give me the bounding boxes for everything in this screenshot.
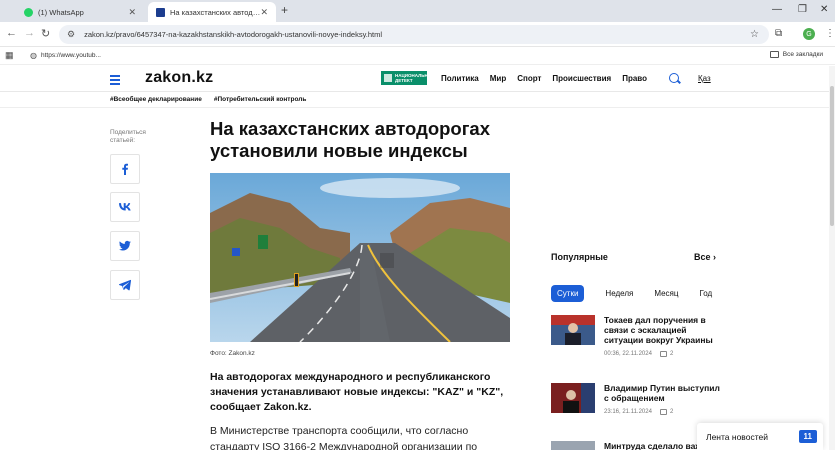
- photo-caption: Фото: Zakon.kz: [210, 350, 255, 357]
- divider: [0, 107, 835, 108]
- browser-toolbar: ← → ↻ ⚙ zakon.kz/pravo/6457347-na-kazakh…: [0, 22, 835, 47]
- telegram-icon: [119, 279, 131, 291]
- profile-initial: G: [806, 30, 812, 38]
- news-thumbnail: [551, 315, 595, 345]
- tab-whatsapp[interactable]: (1) WhatsApp ✕: [16, 2, 144, 22]
- twitter-icon: [119, 240, 131, 251]
- article-body: В Министерстве транспорта сообщили, что …: [210, 425, 478, 450]
- nav-item-sport[interactable]: Спорт: [517, 74, 541, 83]
- tab-zakon[interactable]: На казахстанских автодорогах ✕: [148, 2, 276, 22]
- article-lead: На автодорогах международного и республи…: [210, 371, 504, 413]
- bookmark-label: https://www.youtub...: [40, 52, 101, 59]
- address-bar[interactable]: ⚙ zakon.kz/pravo/6457347-na-kazakhstansk…: [59, 25, 769, 44]
- share-facebook-button[interactable]: [110, 154, 140, 184]
- close-icon[interactable]: ✕: [260, 7, 268, 18]
- news-thumbnail: [551, 441, 595, 450]
- folder-icon: [769, 51, 779, 58]
- news-title: Токаев дал поручения в связи с эскалацие…: [604, 315, 713, 345]
- tab-label: (1) WhatsApp: [38, 7, 84, 17]
- tab-year[interactable]: Год: [699, 289, 712, 298]
- nav-item-politics[interactable]: Политика: [441, 74, 479, 83]
- news-meta: 00:36, 22.11.2024 2: [604, 351, 673, 357]
- globe-icon: ◍: [30, 51, 37, 60]
- chevron-right-icon: ›: [713, 252, 717, 262]
- zakon-favicon-icon: [156, 7, 165, 17]
- comment-icon: [659, 351, 667, 357]
- news-feed-count: 11: [798, 430, 817, 443]
- minimize-icon[interactable]: —: [772, 4, 782, 15]
- national-detect-badge[interactable]: НАЦИОНАЛЬНЫЙ ДЕТЕКТ: [381, 71, 435, 85]
- main-nav: Политика Мир Спорт Происшествия Право: [441, 74, 658, 83]
- share-telegram-button[interactable]: [110, 270, 140, 300]
- bookmarks-bar: ▦ ◍ https://www.youtub... Все закладки: [0, 47, 835, 65]
- tab-week[interactable]: Неделя: [605, 289, 633, 298]
- popular-heading: Популярные: [551, 252, 608, 262]
- news-feed-widget[interactable]: Лента новостей 11: [697, 423, 823, 450]
- popular-all-link[interactable]: Все ›: [694, 252, 716, 262]
- all-bookmarks[interactable]: Все закладки: [769, 51, 823, 58]
- back-icon[interactable]: ←: [6, 27, 17, 39]
- news-title: Владимир Путин выступил с обращением: [604, 383, 720, 403]
- restore-icon[interactable]: ❐: [798, 4, 807, 15]
- language-switch[interactable]: Қаз: [698, 74, 711, 83]
- site-logo[interactable]: zakon.kz: [145, 69, 213, 87]
- menu-kebab-icon[interactable]: ⋮: [825, 28, 835, 39]
- new-tab-icon[interactable]: +: [281, 3, 288, 17]
- tag-link[interactable]: #Потребительский контроль: [214, 96, 307, 103]
- comment-icon: [659, 409, 667, 415]
- comments-count: 2: [659, 409, 674, 415]
- vk-icon: [119, 203, 131, 211]
- list-item[interactable]: Минтруда сделало важ: [551, 441, 721, 450]
- scrollbar-thumb[interactable]: [830, 86, 834, 226]
- browser-tab-strip: (1) WhatsApp ✕ На казахстанских автодоро…: [0, 0, 835, 22]
- news-time: 23:16, 21.11.2024: [604, 409, 652, 415]
- news-thumbnail: [551, 383, 595, 413]
- highway-photo: [210, 173, 510, 342]
- search-icon[interactable]: [669, 73, 679, 83]
- popular-all-label: Все: [694, 252, 711, 262]
- close-icon[interactable]: ✕: [128, 7, 136, 18]
- site-info-icon[interactable]: ⚙: [67, 29, 75, 40]
- news-feed-label: Лента новостей: [706, 431, 768, 442]
- tab-label: На казахстанских автодорогах: [170, 7, 260, 17]
- comments-count: 2: [659, 351, 674, 357]
- list-item[interactable]: Владимир Путин выступил с обращением 23:…: [551, 383, 721, 419]
- bookmark-star-icon[interactable]: ☆: [750, 29, 759, 40]
- comments-number: 2: [669, 351, 674, 357]
- nav-item-world[interactable]: Мир: [490, 74, 506, 83]
- tag-row: #Всеобщее декларирование #Потребительски…: [110, 96, 318, 103]
- profile-avatar[interactable]: G: [803, 28, 815, 40]
- comments-number: 2: [669, 409, 674, 415]
- share-twitter-button[interactable]: [110, 231, 140, 261]
- article-title: На казахстанских автодорогах установили …: [210, 118, 491, 161]
- list-item[interactable]: Токаев дал поручения в связи с эскалацие…: [551, 315, 721, 365]
- apps-grid-icon[interactable]: ▦: [5, 50, 14, 61]
- site-header: zakon.kz НАЦИОНАЛЬНЫЙ ДЕТЕКТ Политика Ми…: [0, 66, 835, 92]
- whatsapp-icon: [24, 7, 33, 17]
- hamburger-menu-icon[interactable]: [110, 75, 120, 87]
- extensions-icon[interactable]: ⧉: [775, 28, 782, 39]
- news-meta: 23:16, 21.11.2024 2: [604, 409, 673, 415]
- forward-icon[interactable]: →: [24, 27, 35, 39]
- news-time: 00:36, 22.11.2024: [604, 351, 652, 357]
- reload-icon[interactable]: ↻: [41, 27, 50, 40]
- article-hero-image: [210, 173, 510, 342]
- url-text: zakon.kz/pravo/6457347-na-kazakhstanskik…: [84, 30, 383, 39]
- close-window-icon[interactable]: ✕: [820, 4, 828, 15]
- nav-item-law[interactable]: Право: [622, 74, 647, 83]
- share-label: Поделиться статьей:: [110, 129, 146, 144]
- popular-period-tabs: Сутки Неделя Месяц Год: [551, 285, 733, 302]
- page-scrollbar[interactable]: [829, 66, 835, 450]
- tab-month[interactable]: Месяц: [654, 289, 678, 298]
- all-bookmarks-label: Все закладки: [782, 51, 823, 58]
- bookmark-youtube[interactable]: ◍ https://www.youtub...: [30, 51, 101, 60]
- tab-day[interactable]: Сутки: [551, 285, 585, 302]
- facebook-icon: [122, 163, 128, 175]
- nav-item-incidents[interactable]: Происшествия: [552, 74, 611, 83]
- share-vk-button[interactable]: [110, 192, 140, 222]
- tag-link[interactable]: #Всеобщее декларирование: [110, 96, 202, 103]
